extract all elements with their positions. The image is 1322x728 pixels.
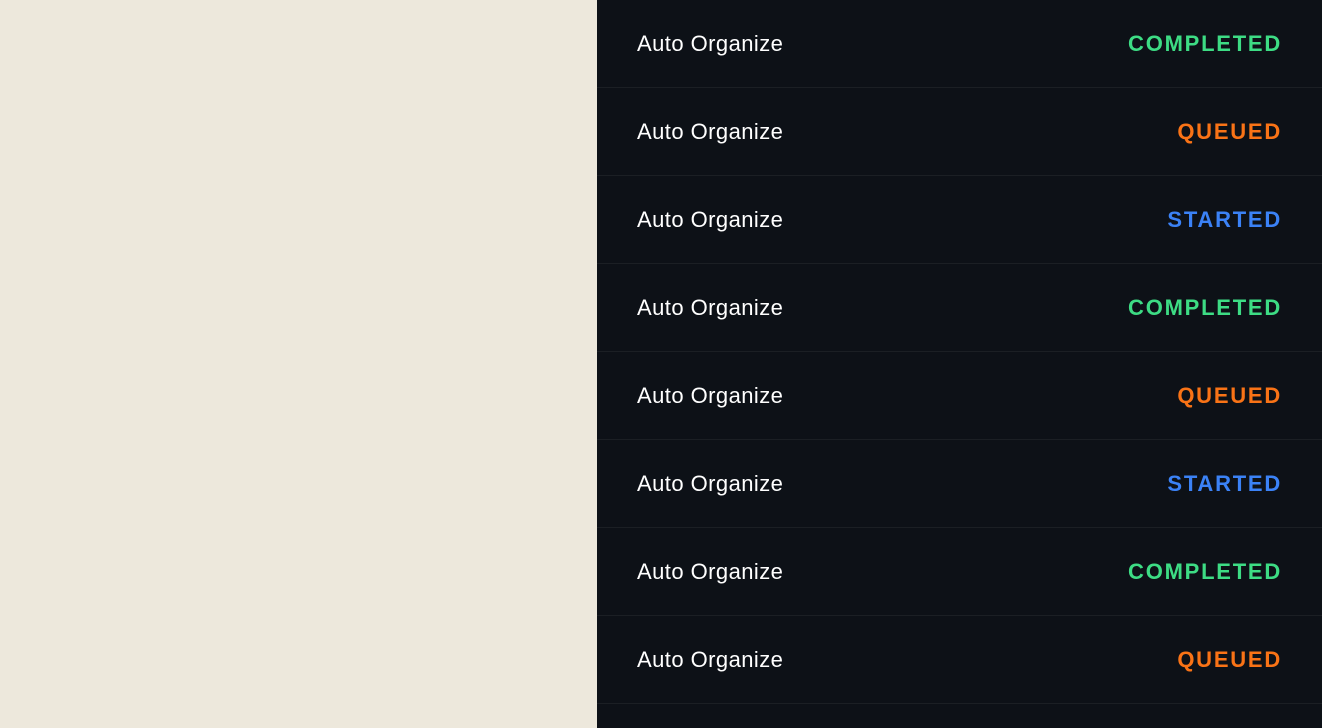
status-badge: COMPLETED — [1128, 559, 1282, 585]
status-badge: QUEUED — [1177, 647, 1282, 673]
list-item: Auto Organize QUEUED — [597, 352, 1322, 440]
right-panel: Auto Organize COMPLETED Auto Organize QUEUE… — [597, 0, 1322, 728]
status-badge: COMPLETED — [1128, 31, 1282, 57]
item-name: Auto Organize — [637, 647, 783, 673]
status-badge: COMPLETED — [1128, 295, 1282, 321]
item-name: Auto Organize — [637, 31, 783, 57]
status-badge: STARTED — [1167, 471, 1282, 497]
item-name: Auto Organize — [637, 207, 783, 233]
item-name: Auto Organize — [637, 295, 783, 321]
list-item: Auto Organize COMPLETED — [597, 0, 1322, 88]
list-item: Auto OrganizeSTARTED — [597, 704, 1322, 728]
item-name: Auto Organize — [637, 559, 783, 585]
list-item: Auto Organize STARTED — [597, 440, 1322, 528]
list-item: Auto Organize QUEUED — [597, 616, 1322, 704]
item-name: Auto Organize — [637, 119, 783, 145]
status-badge: QUEUED — [1177, 383, 1282, 409]
left-panel — [0, 0, 597, 728]
status-badge: QUEUED — [1177, 119, 1282, 145]
list-item: Auto Organize COMPLETED — [597, 528, 1322, 616]
list-item: Auto Organize QUEUED — [597, 88, 1322, 176]
item-name: Auto Organize — [637, 383, 783, 409]
status-badge: STARTED — [1167, 207, 1282, 233]
list-item: Auto Organize STARTED — [597, 176, 1322, 264]
item-name: Auto Organize — [637, 471, 783, 497]
list-item: Auto Organize COMPLETED — [597, 264, 1322, 352]
